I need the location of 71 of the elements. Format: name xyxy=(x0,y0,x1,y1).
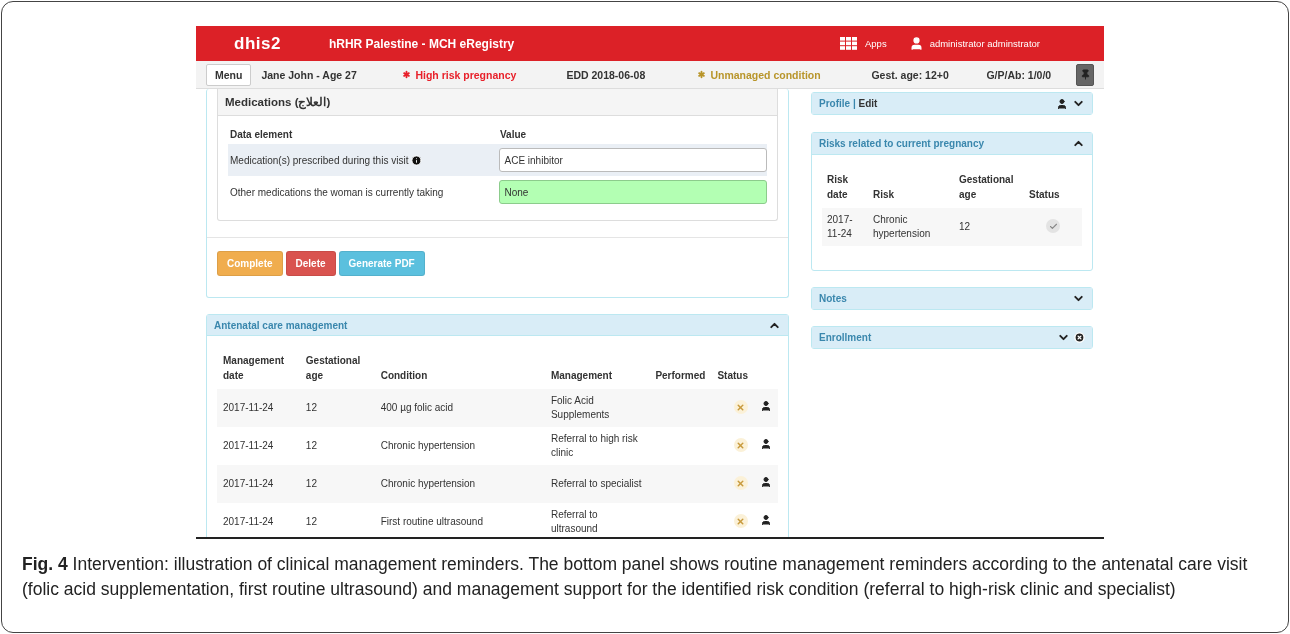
column-header: Condition xyxy=(374,348,545,389)
patient-info: Jane John - Age 27 xyxy=(261,68,358,81)
action-button[interactable]: Delete xyxy=(285,251,336,276)
data-element-label: Other medications the woman is currently taking xyxy=(230,186,445,198)
table-cell: Referral to ultrasound xyxy=(544,503,650,537)
panel-header[interactable]: Notes xyxy=(812,288,1092,309)
column-header: Value xyxy=(500,128,527,140)
user-icon[interactable] xyxy=(759,438,772,450)
column-header: Risk xyxy=(868,167,954,208)
panel-header[interactable]: Enrollment xyxy=(812,327,1092,348)
close-icon[interactable] xyxy=(1074,332,1085,343)
data-element-label: Medication(s) prescribed during this visit xyxy=(230,154,500,166)
table-cell: 2017-11-24 xyxy=(217,465,300,503)
user-icon xyxy=(1056,97,1068,110)
pin-icon xyxy=(1079,69,1091,80)
apps-link[interactable]: Apps xyxy=(865,38,887,49)
patient-info: Gest. age: 12+0 xyxy=(871,68,950,81)
panel-header[interactable]: Profile | Edit xyxy=(812,93,1092,114)
separator: | xyxy=(852,98,856,109)
column-header: Management xyxy=(544,348,650,389)
table-cell: 12 xyxy=(954,208,1024,246)
column-header: Data element xyxy=(230,128,294,140)
column-header: Performed xyxy=(649,348,712,389)
column-header: Gestational age xyxy=(954,167,1024,208)
action-button[interactable]: Generate PDF xyxy=(338,251,425,276)
column-header: Gestational age xyxy=(299,348,375,389)
value-field[interactable]: None xyxy=(499,180,767,204)
user-menu[interactable]: administrator adminstrator xyxy=(929,38,1040,49)
table-cell: Referral to high risk clinic xyxy=(544,427,650,465)
profile-link[interactable]: Profile xyxy=(819,98,851,109)
table-cell: 12 xyxy=(299,465,375,503)
column-header: Status xyxy=(711,348,754,389)
alert-label: High risk pregnancy xyxy=(401,68,567,81)
app-title: hRHR Palestine - MCH eRegistry xyxy=(328,36,516,51)
table-cell: Referral to specialist xyxy=(544,465,650,503)
table-cell: Chronic hypertension xyxy=(868,208,954,246)
patient-info: G/P/Ab: 1/0/0 xyxy=(986,68,1053,81)
patient-info: EDD 2018-06-08 xyxy=(566,68,647,81)
column-header: Management date xyxy=(217,348,300,389)
table-cell: 12 xyxy=(299,427,375,465)
pin-button[interactable] xyxy=(1076,63,1094,86)
table-cell: 400 µg folic acid xyxy=(374,389,545,427)
user-icon xyxy=(908,36,924,51)
table-cell: 2017-11-24 xyxy=(217,389,300,427)
table-cell: 2017-11-24 xyxy=(217,503,300,537)
column-header: Status xyxy=(1024,167,1082,208)
asterisk-icon xyxy=(401,69,413,80)
user-icon[interactable] xyxy=(759,476,772,488)
apps-grid-icon xyxy=(840,37,857,50)
user-icon[interactable] xyxy=(759,400,772,412)
table-cell: Chronic hypertension xyxy=(374,465,545,503)
table-cell: Chronic hypertension xyxy=(374,427,545,465)
table-cell: Folic Acid Supplements xyxy=(544,389,650,427)
logo: dhis2 xyxy=(234,33,281,54)
value-field[interactable]: ACE inhibitor xyxy=(499,148,767,172)
info-icon[interactable] xyxy=(411,154,423,166)
edit-link[interactable]: Edit xyxy=(858,98,878,109)
column-header: Risk date xyxy=(822,167,868,208)
table-cell: 12 xyxy=(299,389,375,427)
panel-header[interactable]: Antenatal care management xyxy=(207,315,788,336)
table-cell: 2017-11-24 xyxy=(217,427,300,465)
figure-caption: Fig. 4 Intervention: illustration of clinical management reminders. The bottom panel shows routine management reminders according to the antenatal care visit (folic acid supplementation, first routine ultrasound) and management support for the identified risk condition (referral to high-risk clinic and specialist) xyxy=(22,553,1249,602)
panel-header[interactable]: Risks related to current pregnancy xyxy=(812,133,1092,155)
section-title: Medications (العلاج) xyxy=(218,89,777,116)
user-icon[interactable] xyxy=(759,514,772,526)
asterisk-icon xyxy=(696,69,708,80)
table-cell: 12 xyxy=(299,503,375,537)
alert-label: Unmanaged condition xyxy=(696,68,872,81)
table-cell: First routine ultrasound xyxy=(374,503,545,537)
table-cell: 2017-11-24 xyxy=(822,208,868,246)
menu-button[interactable]: Menu xyxy=(206,63,252,86)
